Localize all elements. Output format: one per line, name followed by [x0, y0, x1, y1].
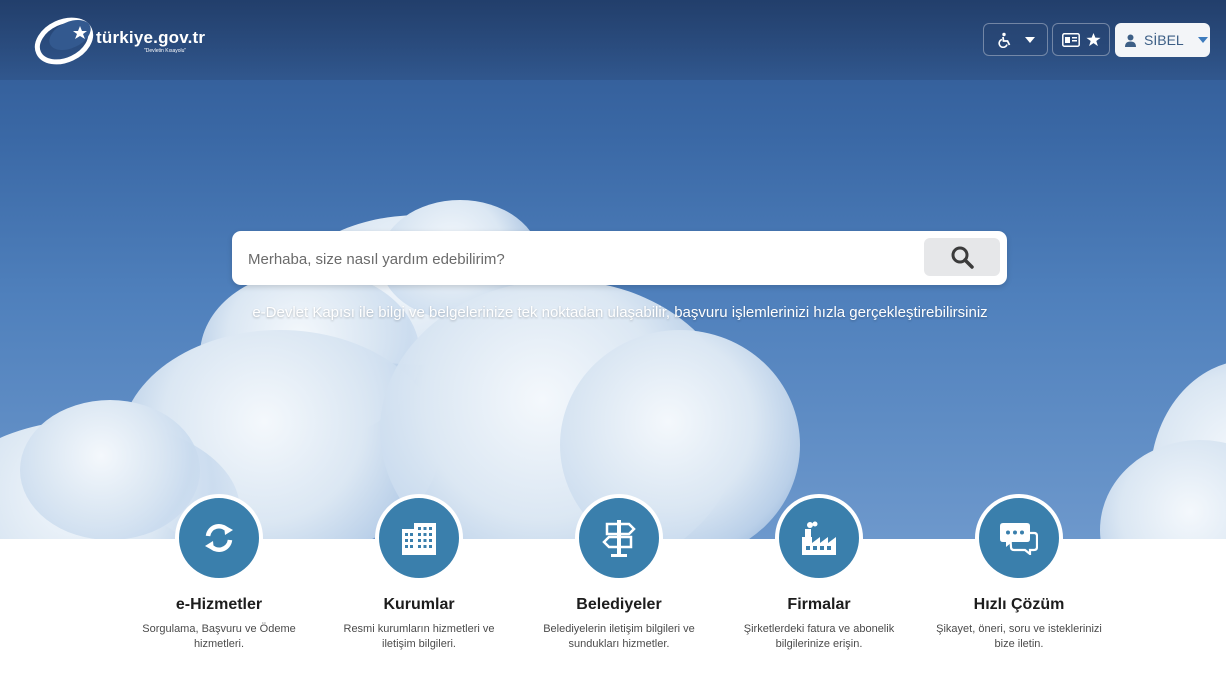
signpost-icon [602, 520, 636, 557]
category-card-belediyeler[interactable]: Belediyeler Belediyelerin iletişim bilgi… [534, 494, 704, 652]
building-icon [402, 523, 436, 555]
category-title: Kurumlar [383, 596, 455, 613]
user-icon [1125, 34, 1136, 47]
cloud-shape [1100, 440, 1226, 539]
caret-down-icon [1024, 36, 1035, 43]
category-card-hizli-cozum[interactable]: Hızlı Çözüm Şikayet, öneri, soru ve iste… [934, 494, 1104, 652]
category-icon-circle [975, 494, 1063, 582]
caret-down-icon [1197, 37, 1208, 43]
star-icon [1085, 32, 1101, 47]
site-logo[interactable]: türkiye.gov.tr "Devletin Kısayolu" [34, 16, 234, 65]
category-card-firmalar[interactable]: Firmalar Şirketlerdeki fatura ve aboneli… [734, 494, 904, 652]
logo-text: türkiye.gov.tr [96, 28, 206, 47]
search-bar [232, 231, 1007, 285]
user-name: SİBEL [1144, 32, 1184, 48]
category-title: Hızlı Çözüm [973, 596, 1065, 613]
category-title: Belediyeler [576, 596, 662, 613]
crescent-star-icon [34, 17, 94, 65]
hero-tagline: e-Devlet Kapısı ile bilgi ve belgelerini… [252, 304, 988, 321]
category-description: Sorgulama, Başvuru ve Ödeme hizmetleri. [142, 623, 296, 650]
logo-subtext: "Devletin Kısayolu" [144, 48, 187, 54]
category-description: Şikayet, öneri, soru ve isteklerinizi bi… [936, 623, 1102, 650]
refresh-icon [205, 523, 233, 553]
category-title: e-Hizmetler [175, 596, 263, 613]
search-button[interactable] [924, 238, 1000, 276]
factory-icon [802, 521, 836, 555]
id-card-icon [1061, 32, 1080, 47]
search-icon [951, 246, 974, 269]
quick-access-button[interactable] [1052, 23, 1110, 56]
category-description: Belediyelerin iletişim bilgileri ve sund… [543, 623, 695, 650]
search-input[interactable] [246, 243, 910, 275]
category-icon-circle [575, 494, 663, 582]
category-icon-circle [775, 494, 863, 582]
category-card-kurumlar[interactable]: Kurumlar Resmi kurumların hizmetleri ve … [334, 494, 504, 652]
user-menu-button[interactable]: SİBEL [1115, 23, 1210, 57]
category-description: Resmi kurumların hizmetleri ve iletişim … [343, 623, 495, 650]
chat-icon [1000, 523, 1038, 555]
category-card-e-hizmetler[interactable]: e-Hizmetler Sorgulama, Başvuru ve Ödeme … [134, 494, 304, 652]
accessibility-menu-button[interactable] [983, 23, 1048, 56]
category-description: Şirketlerdeki fatura ve abonelik bilgile… [743, 623, 895, 650]
wheelchair-icon [997, 32, 1010, 48]
category-icon-circle [375, 494, 463, 582]
category-icon-circle [175, 494, 263, 582]
category-title: Firmalar [787, 596, 851, 613]
